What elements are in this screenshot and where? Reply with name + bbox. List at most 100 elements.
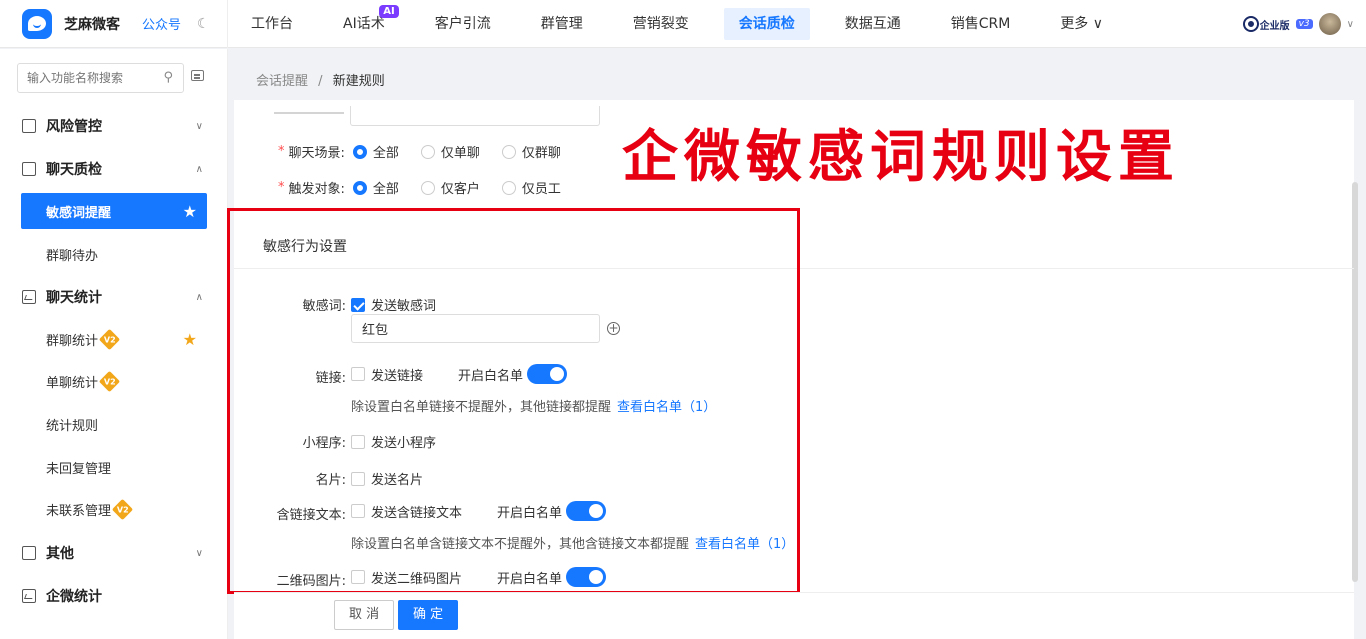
chat-scene-label: 聊天场景: (288, 146, 345, 161)
nav-item-customer-acquisition[interactable]: 客户引流 (420, 8, 506, 40)
theme-toggle-icon[interactable]: ☾ (197, 16, 210, 32)
sidebar-item-single-stats[interactable]: 单聊统计 V2 (21, 363, 207, 399)
chart-icon (22, 290, 36, 304)
sidebar: ⚲ 风险管控 ∨ 聊天质检 ∧ 敏感词提醒 ★ 群聊待办 聊天统计 ∧ 群聊统计… (0, 49, 228, 639)
trigger-target-row: * 触发对象: 全部 仅客户 仅员工 (278, 178, 561, 197)
search-input[interactable] (18, 64, 148, 92)
view-whitelist-link[interactable]: 查看白名单（1） (617, 400, 716, 415)
radio-scene-group[interactable]: 仅群聊 (501, 142, 561, 161)
nav-item-data-sync[interactable]: 数据互通 (830, 8, 916, 40)
card-row: 发送名片 (351, 469, 423, 488)
chevron-up-icon: ∧ (195, 163, 203, 175)
cancel-button[interactable]: 取 消 (334, 600, 395, 630)
qrcode-row: 发送二维码图片 开启白名单 (351, 567, 607, 587)
sidebar-group-other[interactable]: 其他 ∨ (0, 533, 228, 573)
linktext-whitelist-switch[interactable] (566, 501, 607, 521)
qrcode-whitelist-switch[interactable] (566, 567, 607, 587)
linktext-checkbox[interactable] (351, 504, 365, 518)
miniprogram-checkbox[interactable] (351, 434, 365, 449)
sidebar-group-wecom-stats[interactable]: 企微统计 (0, 576, 228, 616)
sidebar-item-uncontacted[interactable]: 未联系管理 V2 (21, 491, 207, 527)
v2-badge: V2 (111, 498, 134, 520)
search-icon[interactable]: ⚲ (163, 70, 173, 85)
avatar[interactable] (1318, 13, 1341, 35)
link-label: 链接: (315, 371, 346, 386)
rule-name-label-cut (274, 112, 344, 118)
nav-item-group-management[interactable]: 群管理 (526, 8, 598, 40)
miniprogram-row: 发送小程序 (351, 432, 436, 451)
required-mark: * (278, 144, 285, 159)
account-area[interactable]: 企业版 v3 ∨ (1244, 0, 1354, 48)
scan-icon (22, 119, 36, 133)
sidebar-item-unreplied[interactable]: 未回复管理 (21, 449, 207, 485)
miniprogram-label: 小程序: (302, 436, 346, 451)
star-icon[interactable]: ★ (183, 202, 197, 221)
brand: 芝麻微客 公众号 ☾ (0, 0, 228, 48)
sidebar-group-chat-stats[interactable]: 聊天统计 ∧ (0, 277, 228, 317)
nav-item-ai-script[interactable]: AI话术 AI (328, 4, 400, 40)
add-circle-icon[interactable]: + (607, 322, 620, 335)
breadcrumb-parent[interactable]: 会话提醒 (256, 74, 308, 89)
app-logo (22, 8, 52, 39)
radio-target-employee[interactable]: 仅员工 (501, 178, 561, 197)
sensitive-word-input[interactable] (351, 314, 600, 343)
breadcrumb-separator: / (318, 74, 323, 89)
ai-badge: AI (379, 4, 399, 18)
linktext-hint: 除设置白名单含链接文本不提醒外，其他含链接文本都提醒 查看白名单（1） (351, 537, 795, 552)
star-icon[interactable]: ★ (183, 330, 197, 349)
sidebar-item-group-todo[interactable]: 群聊待办 (21, 236, 207, 272)
sidebar-item-stat-rules[interactable]: 统计规则 (21, 406, 207, 442)
sensitive-word-checkbox[interactable] (351, 297, 365, 312)
linktext-label: 含链接文本: (276, 508, 346, 523)
sidebar-collapse-icon[interactable] (191, 70, 204, 81)
link-whitelist-switch[interactable] (527, 364, 568, 384)
confirm-button[interactable]: 确 定 (398, 600, 459, 630)
link-row: 发送链接 开启白名单 (351, 364, 568, 384)
brand-name: 芝麻微客 (64, 16, 120, 33)
chart-icon (22, 589, 36, 603)
link-hint: 除设置白名单链接不提醒外，其他链接都提醒 查看白名单（1） (351, 400, 717, 415)
linktext-row: 发送含链接文本 开启白名单 (351, 501, 607, 521)
nav-item-sales-crm[interactable]: 销售CRM (936, 8, 1026, 40)
search-box: ⚲ (17, 63, 184, 93)
radio-scene-single[interactable]: 仅单聊 (420, 142, 480, 161)
scan-icon (22, 546, 36, 560)
qrcode-label: 二维码图片: (276, 574, 346, 589)
trigger-target-label: 触发对象: (288, 182, 345, 197)
rule-name-input-cut[interactable] (350, 106, 600, 126)
card-checkbox[interactable] (351, 471, 365, 486)
radio-target-customer[interactable]: 仅客户 (420, 178, 480, 197)
section-divider (234, 268, 1354, 269)
section-title: 敏感行为设置 (263, 239, 347, 255)
nav-item-more[interactable]: 更多 ∨ (1045, 8, 1118, 40)
sidebar-item-group-stats[interactable]: 群聊统计 V2 ★ (21, 321, 207, 357)
view-whitelist-link[interactable]: 查看白名单（1） (695, 537, 794, 552)
radio-target-all[interactable]: 全部 (352, 178, 399, 197)
nav-item-session-inspection[interactable]: 会话质检 (723, 7, 810, 40)
qrcode-checkbox[interactable] (351, 570, 365, 584)
scrollbar[interactable] (1352, 182, 1358, 582)
link-checkbox[interactable] (351, 367, 365, 381)
sidebar-item-sensitive-words[interactable]: 敏感词提醒 ★ (21, 193, 207, 229)
v2-badge: V2 (98, 370, 121, 392)
breadcrumb: 会话提醒 / 新建规则 (256, 70, 385, 89)
card-label: 名片: (315, 473, 346, 488)
nav-item-workbench[interactable]: 工作台 (236, 8, 308, 40)
chevron-up-icon: ∧ (195, 291, 203, 303)
scan-icon (22, 162, 36, 176)
version-badge: v3 (1295, 19, 1313, 29)
chevron-down-icon[interactable]: ∨ (1347, 19, 1354, 30)
sensitive-word-label: 敏感词: (302, 299, 346, 314)
sidebar-group-chat-inspection[interactable]: 聊天质检 ∧ (0, 149, 228, 189)
annotation-title: 企微敏感词规则设置 (622, 124, 1180, 190)
chevron-down-icon: ∨ (195, 120, 203, 132)
sidebar-group-risk-control[interactable]: 风险管控 ∨ (0, 106, 228, 146)
sensitive-word-row: 发送敏感词 (351, 295, 436, 314)
radio-scene-all[interactable]: 全部 (352, 142, 399, 161)
nav-item-marketing[interactable]: 营销裂变 (618, 8, 704, 40)
v2-badge: V2 (98, 328, 121, 350)
chat-scene-row: * 聊天场景: 全部 仅单聊 仅群聊 (278, 142, 561, 161)
enterprise-badge: 企业版 (1244, 17, 1290, 32)
main-nav: 工作台 AI话术 AI 客户引流 群管理 营销裂变 会话质检 数据互通 销售CRM… (236, 0, 1138, 48)
brand-sub-link[interactable]: 公众号 (142, 14, 181, 33)
